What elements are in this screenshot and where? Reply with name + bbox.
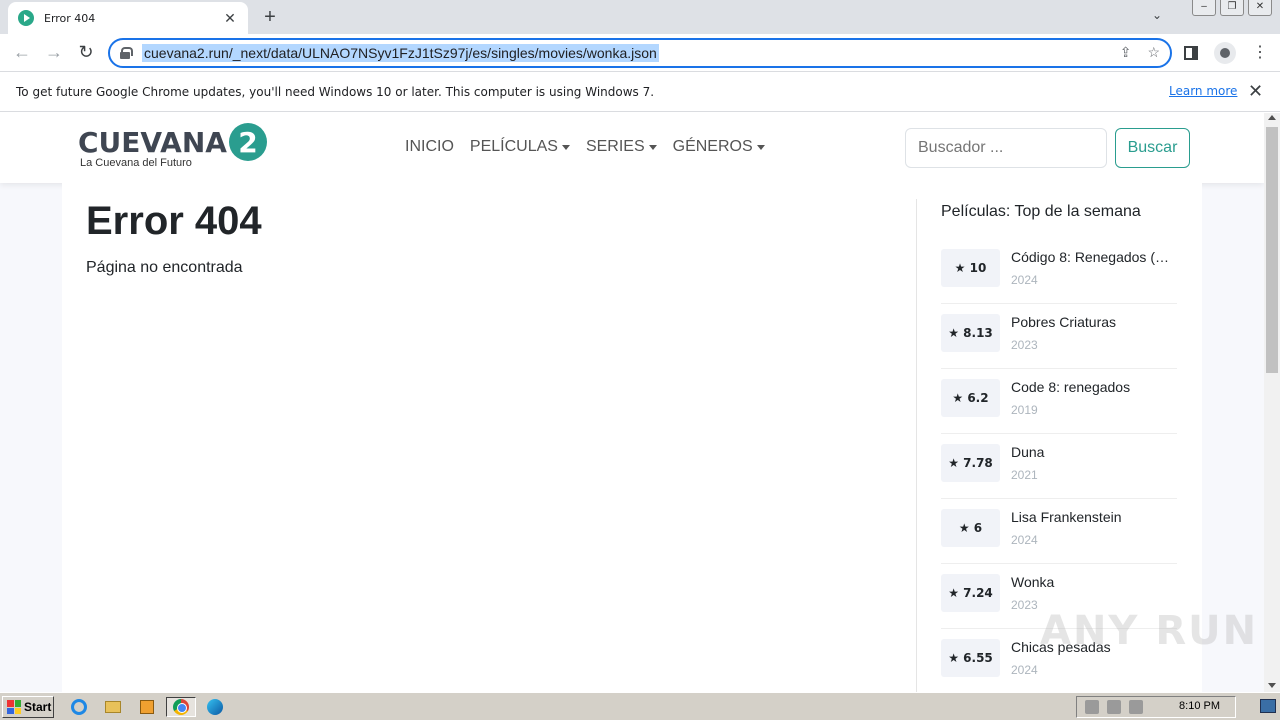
caret-down-icon <box>648 144 657 150</box>
rating-badge: ★ 7.78 <box>941 444 1000 482</box>
action-center-flag-icon[interactable] <box>1129 700 1143 714</box>
browser-tab[interactable]: Error 404 ✕ <box>8 2 248 34</box>
page-scrollbar[interactable] <box>1264 113 1280 692</box>
network-icon[interactable] <box>1107 700 1121 714</box>
nav-peliculas[interactable]: PELÍCULAS <box>470 138 570 156</box>
logo-tagline: La Cuevana del Futuro <box>80 157 192 169</box>
scroll-down-arrow-icon[interactable] <box>1268 683 1276 688</box>
nav-series[interactable]: SERIES <box>586 138 657 156</box>
movie-title[interactable]: Lisa Frankenstein <box>1011 509 1177 525</box>
windows-flag-icon <box>7 700 21 714</box>
logo-text: CUEVANA <box>78 125 227 159</box>
column-divider <box>916 199 917 692</box>
start-button[interactable]: Start <box>2 696 54 718</box>
movie-item[interactable]: ★ 6.2 Code 8: renegados 2019 <box>941 369 1177 434</box>
scroll-up-arrow-icon[interactable] <box>1268 115 1276 120</box>
movie-item[interactable]: ★ 7.78 Duna 2021 <box>941 434 1177 499</box>
forward-button[interactable]: → <box>43 42 65 63</box>
content-card: Error 404 Página no encontrada Películas… <box>62 183 1202 692</box>
rating-badge: ★ 10 <box>941 249 1000 287</box>
infobar-text: To get future Google Chrome updates, you… <box>16 84 655 99</box>
close-window-button[interactable]: ✕ <box>1248 0 1272 16</box>
show-desktop-icon[interactable] <box>1260 699 1276 713</box>
url-text[interactable]: cuevana2.run/_next/data/ULNAO7NSyv1FzJ1t… <box>142 44 659 62</box>
taskbar-media-player[interactable] <box>136 697 158 717</box>
rating-badge: ★ 6 <box>941 509 1000 547</box>
windows-taskbar: Start 8:10 PM <box>0 692 1280 720</box>
movie-year: 2023 <box>1011 338 1038 352</box>
side-panel-icon[interactable] <box>1184 46 1198 60</box>
movie-title[interactable]: Duna <box>1011 444 1177 460</box>
search-button[interactable]: Buscar <box>1115 128 1190 168</box>
site-logo[interactable]: CUEVANA 2 La Cuevana del Futuro <box>78 123 267 169</box>
menu-kebab-icon[interactable]: ⋮ <box>1252 45 1268 61</box>
scroll-thumb[interactable] <box>1266 127 1278 373</box>
update-infobar: To get future Google Chrome updates, you… <box>0 72 1280 112</box>
address-bar[interactable]: cuevana2.run/_next/data/ULNAO7NSyv1FzJ1t… <box>108 38 1172 68</box>
minimize-button[interactable]: – <box>1192 0 1216 16</box>
play-favicon-icon <box>18 10 34 26</box>
error-title: Error 404 <box>86 199 262 243</box>
tab-title: Error 404 <box>44 11 96 25</box>
profile-avatar-icon[interactable] <box>1214 42 1236 64</box>
site-header: CUEVANA 2 La Cuevana del Futuro INICIO P… <box>0 113 1264 183</box>
tab-search-chevron-icon[interactable]: ⌄ <box>1152 8 1162 22</box>
taskbar-chrome[interactable] <box>166 697 196 717</box>
edge-icon <box>207 699 223 715</box>
back-button[interactable]: ← <box>11 42 33 63</box>
movie-title[interactable]: Código 8: Renegados (… <box>1011 249 1177 265</box>
bookmark-star-icon[interactable]: ☆ <box>1147 44 1160 61</box>
browser-toolbar: ← → ↻ cuevana2.run/_next/data/ULNAO7NSyv… <box>0 34 1280 72</box>
taskbar-explorer[interactable] <box>102 697 124 717</box>
logo-number: 2 <box>228 123 267 161</box>
nav-generos[interactable]: GÉNEROS <box>673 138 765 156</box>
caret-down-icon <box>561 144 570 150</box>
search-input[interactable] <box>905 128 1107 168</box>
reload-button[interactable]: ↻ <box>75 42 97 63</box>
movie-item[interactable]: ★ 10 Código 8: Renegados (… 2024 <box>941 239 1177 304</box>
internet-explorer-icon <box>71 699 87 715</box>
main-nav: INICIO PELÍCULAS SERIES GÉNEROS <box>405 138 765 156</box>
infobar-close-icon[interactable]: ✕ <box>1248 81 1263 102</box>
rating-badge: ★ 6.2 <box>941 379 1000 417</box>
lock-icon[interactable] <box>120 47 133 59</box>
folder-icon <box>105 701 121 713</box>
movie-year: 2019 <box>1011 403 1038 417</box>
movie-year: 2024 <box>1011 273 1038 287</box>
rating-badge: ★ 8.13 <box>941 314 1000 352</box>
start-label: Start <box>24 700 52 714</box>
rating-badge: ★ 7.24 <box>941 574 1000 612</box>
movie-title[interactable]: Code 8: renegados <box>1011 379 1177 395</box>
nav-inicio[interactable]: INICIO <box>405 138 454 156</box>
tab-close-icon[interactable]: ✕ <box>222 10 238 27</box>
movie-title[interactable]: Pobres Criaturas <box>1011 314 1177 330</box>
learn-more-link[interactable]: Learn more <box>1169 84 1237 98</box>
taskbar-edge[interactable] <box>204 697 226 717</box>
chrome-icon <box>173 699 189 715</box>
movie-item[interactable]: ★ 6 Lisa Frankenstein 2024 <box>941 499 1177 564</box>
taskbar-clock[interactable]: 8:10 PM <box>1179 700 1220 712</box>
share-icon[interactable]: ⇪ <box>1120 44 1132 61</box>
anyrun-watermark: ANY RUN <box>1040 608 1259 654</box>
rating-badge: ★ 6.55 <box>941 639 1000 677</box>
movie-year: 2021 <box>1011 468 1038 482</box>
media-player-icon <box>140 700 154 714</box>
sidebar-title: Películas: Top de la semana <box>941 203 1141 220</box>
movie-title[interactable]: Wonka <box>1011 574 1177 590</box>
taskbar-ie[interactable] <box>68 697 90 717</box>
caret-down-icon <box>756 144 765 150</box>
window-controls: – ❐ ✕ <box>1192 0 1272 16</box>
movie-year: 2024 <box>1011 533 1038 547</box>
page-viewport: CUEVANA 2 La Cuevana del Futuro INICIO P… <box>0 113 1264 692</box>
volume-icon[interactable] <box>1085 700 1099 714</box>
error-message: Página no encontrada <box>86 259 243 276</box>
new-tab-button[interactable]: + <box>260 6 280 29</box>
movie-year: 2024 <box>1011 663 1038 677</box>
maximize-button[interactable]: ❐ <box>1220 0 1244 16</box>
movie-item[interactable]: ★ 8.13 Pobres Criaturas 2023 <box>941 304 1177 369</box>
tab-strip: Error 404 ✕ + ⌄ – ❐ ✕ <box>0 0 1280 34</box>
